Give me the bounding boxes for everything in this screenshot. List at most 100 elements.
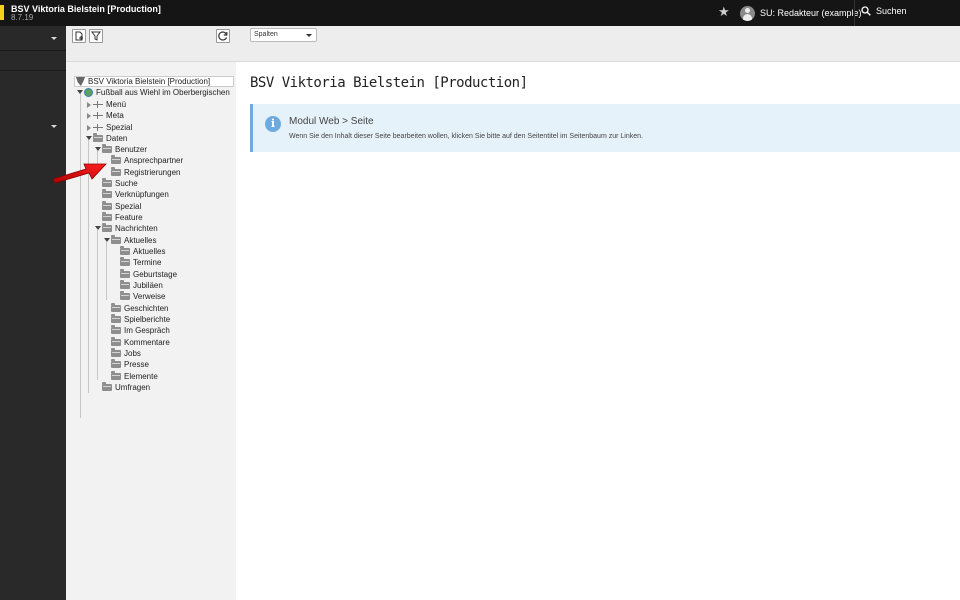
tree-node-label: Spezial [115, 202, 142, 211]
module-menu [0, 26, 66, 600]
doc-header: Spalten [236, 26, 960, 62]
tree-node-label: Jubiläen [133, 281, 163, 290]
folder-icon [111, 337, 121, 346]
tree-node[interactable]: Kommentare [111, 337, 170, 348]
expand-toggle-icon[interactable] [87, 113, 91, 119]
folder-icon [120, 291, 130, 300]
expand-toggle-icon[interactable] [87, 102, 91, 108]
filter-icon [91, 31, 101, 41]
tree-node-label: Geburtstage [133, 270, 178, 279]
folder-icon [102, 201, 112, 210]
tree-node[interactable]: Fußball aus Wiehl im Oberbergischen [77, 87, 230, 98]
tree-node[interactable]: Spielberichte [111, 314, 170, 325]
bookmark-star-icon[interactable]: ★ [718, 5, 730, 19]
tree-node-label: Verweise [133, 292, 166, 301]
tree-node[interactable]: Menü [87, 99, 127, 110]
folder-icon [120, 257, 130, 266]
tree-guide-line [106, 242, 107, 300]
tree-node-label: Spielberichte [124, 315, 171, 324]
folder-icon [120, 280, 130, 289]
annotation-arrow-icon [52, 163, 107, 184]
callout-title: Modul Web > Seite [289, 116, 374, 127]
tree-node[interactable]: Registrierungen [111, 167, 180, 178]
folder-icon [102, 223, 112, 232]
view-mode-select[interactable]: Spalten [250, 28, 317, 42]
folder-icon [111, 303, 121, 312]
site-title[interactable]: BSV Viktoria Bielstein [Production] [11, 4, 161, 14]
new-page-icon [75, 31, 83, 41]
tree-node-label: Menü [106, 100, 127, 109]
tree-node[interactable]: Termine [120, 257, 161, 268]
tree-node[interactable]: Geburtstage [120, 269, 177, 280]
tree-node-label: Benutzer [115, 145, 148, 154]
expand-toggle-icon[interactable] [77, 90, 83, 94]
filter-button[interactable] [89, 29, 103, 43]
folder-icon [111, 371, 121, 380]
tree-node[interactable]: Benutzer [95, 144, 148, 155]
tree-toolbar [66, 26, 236, 62]
tree-node[interactable]: Presse [111, 359, 149, 370]
new-page-button[interactable] [72, 29, 86, 43]
chevron-down-icon [51, 125, 57, 128]
globe-icon [84, 88, 93, 97]
typo3-logo[interactable] [0, 5, 4, 20]
tree-node-label: Elemente [124, 372, 158, 381]
tree-node-label: Kommentare [124, 338, 170, 347]
refresh-button[interactable] [216, 29, 230, 43]
expand-toggle-icon[interactable] [95, 147, 101, 151]
tree-node[interactable]: Nachrichten [95, 223, 158, 234]
toolbar-divider [854, 0, 855, 26]
module-group-file[interactable] [0, 116, 66, 138]
tree-node[interactable]: Verweise [120, 291, 165, 302]
folder-icon [111, 235, 121, 244]
expand-toggle-icon[interactable] [104, 238, 110, 242]
tree-node-label: Nachrichten [115, 224, 158, 233]
tree-node[interactable]: Verknüpfungen [102, 189, 169, 200]
tree-node[interactable]: Spezial [102, 201, 141, 212]
tree-node[interactable]: Ansprechpartner [111, 155, 183, 166]
tree-node-label: BSV Viktoria Bielstein [Production] [88, 77, 211, 86]
tree-node[interactable]: Geschichten [111, 303, 168, 314]
chevron-down-icon [51, 37, 57, 40]
folder-icon [120, 269, 130, 278]
refresh-icon [218, 31, 228, 41]
tree-node[interactable]: Umfragen [102, 382, 150, 393]
tree-node-label: Spezial [106, 123, 133, 132]
avatar-icon [740, 5, 755, 21]
tree-node-label: Suche [115, 179, 138, 188]
callout-message: Wenn Sie den Inhalt dieser Seite bearbei… [289, 133, 643, 140]
search-button[interactable]: Suchen [861, 6, 907, 16]
tree-node[interactable]: Aktuelles [120, 246, 165, 257]
tree-node[interactable]: Aktuelles [104, 235, 157, 246]
main-content: BSV Viktoria Bielstein [Production] i Mo… [236, 62, 960, 600]
tree-node-label: Fußball aus Wiehl im Oberbergischen [96, 88, 230, 97]
folder-icon [111, 325, 121, 334]
menu-separator-icon [93, 101, 103, 108]
expand-toggle-icon[interactable] [86, 136, 92, 140]
tree-guide-line [97, 230, 98, 380]
folder-icon [102, 189, 112, 198]
expand-toggle-icon[interactable] [87, 125, 91, 131]
menu-separator-icon [93, 112, 103, 119]
tree-node[interactable]: Meta [87, 110, 124, 121]
tree-node[interactable]: Jobs [111, 348, 141, 359]
info-icon: i [265, 116, 281, 132]
tree-node[interactable]: Elemente [111, 371, 158, 382]
user-menu[interactable]: SU: Redakteur (example) [740, 5, 862, 21]
tree-node-label: Aktuelles [133, 247, 166, 256]
tree-node-label: Aktuelles [124, 236, 157, 245]
tree-root-node[interactable]: BSV Viktoria Bielstein [Production] [76, 76, 210, 87]
tree-node[interactable]: Spezial [87, 122, 133, 133]
module-group-web[interactable] [0, 28, 66, 50]
page-title: BSV Viktoria Bielstein [Production] [250, 75, 528, 91]
user-label: SU: Redakteur (example) [760, 8, 862, 18]
tree-node-label: Termine [133, 258, 162, 267]
expand-toggle-icon[interactable] [95, 226, 101, 230]
folder-icon [120, 246, 130, 255]
tree-node-label: Feature [115, 213, 143, 222]
tree-node[interactable]: Feature [102, 212, 143, 223]
tree-node[interactable]: Im Gespräch [111, 325, 170, 336]
tree-node[interactable]: Daten [86, 133, 127, 144]
folder-icon [111, 155, 121, 164]
tree-node[interactable]: Jubiläen [120, 280, 163, 291]
